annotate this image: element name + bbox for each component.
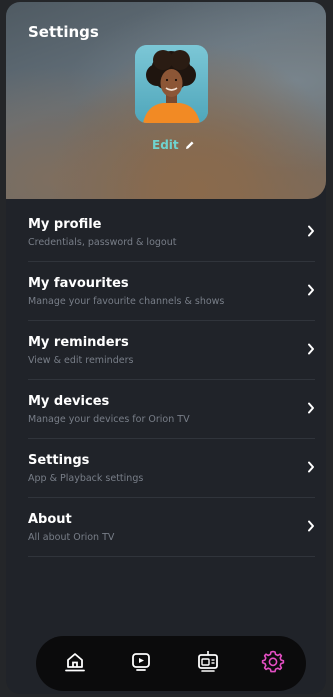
menu-item-title: My profile [28,217,102,232]
menu-item-my-reminders[interactable]: My reminders View & edit reminders [28,321,315,380]
menu-item-subtitle: View & edit reminders [28,355,134,366]
chevron-right-icon [307,399,315,418]
home-icon [64,650,86,676]
menu-item-subtitle: All about Orion TV [28,532,115,543]
nav-settings-button[interactable] [258,648,288,678]
edit-profile-button[interactable]: Edit [152,135,195,154]
bottom-navigation [36,636,306,691]
menu-item-subtitle: App & Playback settings [28,473,144,484]
menu-item-title: About [28,512,72,527]
menu-item-title: Settings [28,453,90,468]
nav-tv-button[interactable] [193,648,223,678]
menu-item-title: My favourites [28,276,129,291]
gear-icon [261,649,285,677]
edit-label: Edit [152,137,179,152]
menu-item-subtitle: Manage your devices for Orion TV [28,414,190,425]
chevron-right-icon [307,222,315,241]
settings-menu: My profile Credentials, password & logou… [28,203,315,557]
pencil-icon [185,135,195,154]
nav-home-button[interactable] [60,648,90,678]
avatar[interactable] [135,45,208,123]
chevron-right-icon [307,340,315,359]
menu-item-my-favourites[interactable]: My favourites Manage your favourite chan… [28,262,315,321]
nav-play-button[interactable] [126,648,156,678]
chevron-right-icon [307,517,315,536]
play-icon [130,650,152,676]
chevron-right-icon [307,458,315,477]
page-title: Settings [28,23,99,41]
menu-item-settings[interactable]: Settings App & Playback settings [28,439,315,498]
menu-item-my-devices[interactable]: My devices Manage your devices for Orion… [28,380,315,439]
chevron-right-icon [307,281,315,300]
menu-item-subtitle: Credentials, password & logout [28,237,177,248]
settings-screen: Settings Edit My profile Credentials, pa… [6,2,326,694]
menu-item-title: My devices [28,394,110,409]
menu-item-subtitle: Manage your favourite channels & shows [28,296,225,307]
menu-item-my-profile[interactable]: My profile Credentials, password & logou… [28,203,315,262]
tv-icon [196,649,220,677]
menu-item-about[interactable]: About All about Orion TV [28,498,315,557]
menu-item-title: My reminders [28,335,129,350]
profile-header: Settings Edit [6,2,326,199]
